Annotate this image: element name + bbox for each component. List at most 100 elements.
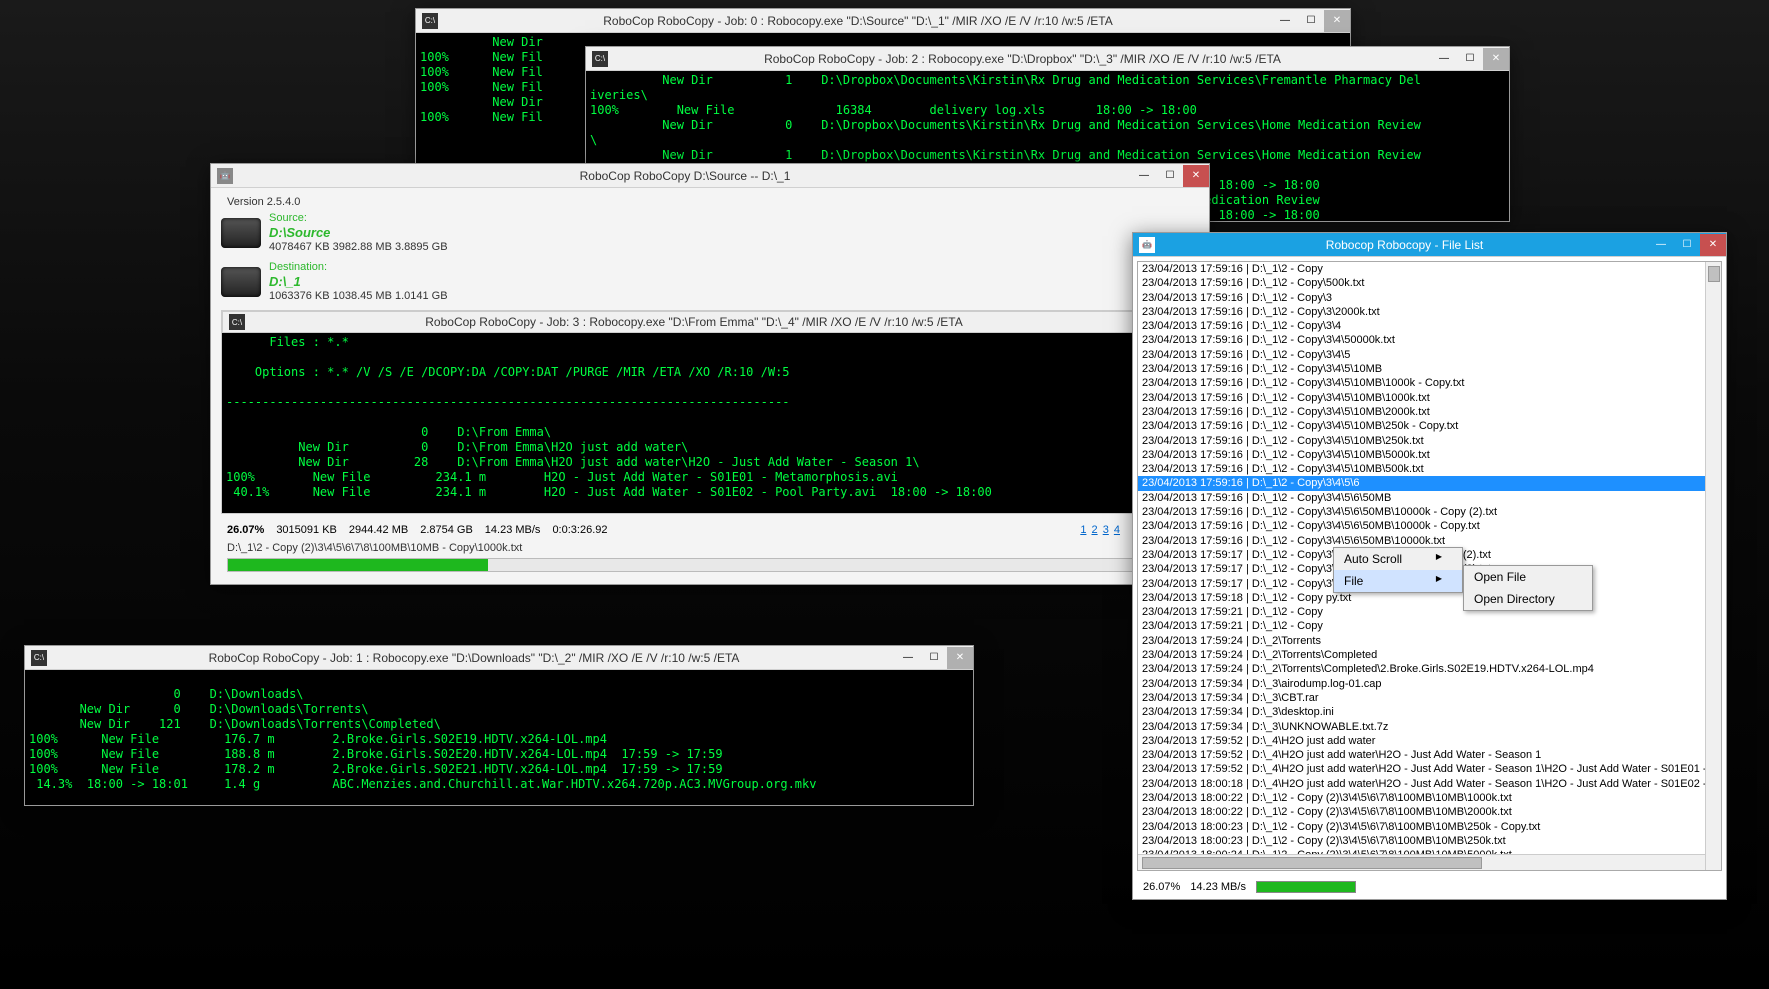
list-item[interactable]: 23/04/2013 17:59:21 | D:\_1\2 - Copy xyxy=(1138,605,1721,619)
ctx-open-file-label: Open File xyxy=(1474,570,1526,584)
list-item[interactable]: 23/04/2013 17:59:16 | D:\_1\2 - Copy\3\4… xyxy=(1138,534,1721,548)
ctx-file-label: File xyxy=(1344,574,1363,588)
dest-sizes: 1063376 KB 1038.45 MB 1.0141 GB xyxy=(269,290,448,302)
filelist-titlebar[interactable]: 🤖 Robocop Robocopy - File List — ☐ ✕ xyxy=(1133,233,1726,257)
list-item[interactable]: 23/04/2013 17:59:16 | D:\_1\2 - Copy\3\4 xyxy=(1138,319,1721,333)
list-item[interactable]: 23/04/2013 17:59:16 | D:\_1\2 - Copy\3\4… xyxy=(1138,491,1721,505)
source-row: Source: D:\Source 4078467 KB 3982.88 MB … xyxy=(221,212,1199,253)
list-item[interactable]: 23/04/2013 17:59:16 | D:\_1\2 - Copy\3\4… xyxy=(1138,348,1721,362)
maximize-button[interactable]: ☐ xyxy=(921,647,947,669)
pager-link-2[interactable]: 2 xyxy=(1092,524,1098,536)
ctx-auto-scroll[interactable]: Auto Scroll ▶ xyxy=(1334,548,1462,570)
ctx-open-dir-label: Open Directory xyxy=(1474,592,1555,606)
close-button[interactable]: ✕ xyxy=(1183,165,1209,187)
list-item[interactable]: 23/04/2013 17:59:16 | D:\_1\2 - Copy\3\4… xyxy=(1138,333,1721,347)
version-label: Version 2.5.4.0 xyxy=(221,194,1199,210)
submenu-arrow-icon: ▶ xyxy=(1436,574,1442,588)
minimize-button[interactable]: — xyxy=(1431,48,1457,70)
scrollbar-horizontal[interactable] xyxy=(1138,854,1705,870)
minimize-button[interactable]: — xyxy=(1648,234,1674,256)
filelist-title: Robocop Robocopy - File List xyxy=(1161,238,1648,252)
scrollbar-vertical[interactable] xyxy=(1705,262,1721,870)
ctx-open-directory[interactable]: Open Directory xyxy=(1464,588,1592,610)
progress-fill xyxy=(1257,882,1355,892)
maximize-button[interactable]: ☐ xyxy=(1298,10,1324,32)
disk-icon xyxy=(221,267,261,297)
source-path: D:\Source xyxy=(269,225,448,240)
list-item[interactable]: 23/04/2013 18:00:18 | D:\_4\H2O just add… xyxy=(1138,777,1721,791)
list-item[interactable]: 23/04/2013 17:59:24 | D:\_2\Torrents xyxy=(1138,634,1721,648)
list-item[interactable]: 23/04/2013 18:00:23 | D:\_1\2 - Copy (2)… xyxy=(1138,820,1721,834)
job2-titlebar[interactable]: C:\ RoboCop RoboCopy - Job: 2 : Robocopy… xyxy=(586,47,1509,71)
cmd-icon: C:\ xyxy=(229,314,245,330)
job0-titlebar[interactable]: C:\ RoboCop RoboCopy - Job: 0 : Robocopy… xyxy=(416,9,1350,33)
list-item[interactable]: 23/04/2013 18:00:22 | D:\_1\2 - Copy (2)… xyxy=(1138,791,1721,805)
list-item[interactable]: 23/04/2013 17:59:24 | D:\_2\Torrents\Com… xyxy=(1138,662,1721,676)
list-item[interactable]: 23/04/2013 17:59:52 | D:\_4\H2O just add… xyxy=(1138,734,1721,748)
source-sizes: 4078467 KB 3982.88 MB 3.8895 GB xyxy=(269,241,448,253)
list-item[interactable]: 23/04/2013 17:59:16 | D:\_1\2 - Copy\3\4… xyxy=(1138,519,1721,533)
job3-title: RoboCop RoboCopy - Job: 3 : Robocopy.exe… xyxy=(251,315,1137,329)
list-item[interactable]: 23/04/2013 18:00:23 | D:\_1\2 - Copy (2)… xyxy=(1138,834,1721,848)
main-titlebar[interactable]: 🤖 RoboCop RoboCopy D:\Source -- D:\_1 — … xyxy=(211,164,1209,188)
job3-terminal: Files : *.* Options : *.* /V /S /E /DCOP… xyxy=(222,333,1198,513)
maximize-button[interactable]: ☐ xyxy=(1157,165,1183,187)
pager-link-3[interactable]: 3 xyxy=(1103,524,1109,536)
minimize-button[interactable]: — xyxy=(1131,165,1157,187)
filelist-pct: 26.07% xyxy=(1143,881,1180,893)
list-item[interactable]: 23/04/2013 17:59:34 | D:\_3\desktop.ini xyxy=(1138,705,1721,719)
list-item[interactable]: 23/04/2013 17:59:16 | D:\_1\2 - Copy\3 xyxy=(1138,291,1721,305)
list-item[interactable]: 23/04/2013 17:59:16 | D:\_1\2 - Copy\3\4… xyxy=(1138,448,1721,462)
ctx-open-file[interactable]: Open File xyxy=(1464,566,1592,588)
cmd-icon: C:\ xyxy=(592,51,608,67)
list-item[interactable]: 23/04/2013 17:59:16 | D:\_1\2 - Copy\3\4… xyxy=(1138,419,1721,433)
job0-title: RoboCop RoboCopy - Job: 0 : Robocopy.exe… xyxy=(444,14,1272,28)
list-item[interactable]: 23/04/2013 17:59:16 | D:\_1\2 - Copy xyxy=(1138,262,1721,276)
list-item[interactable]: 23/04/2013 17:59:34 | D:\_3\UNKNOWABLE.t… xyxy=(1138,720,1721,734)
job1-title: RoboCop RoboCopy - Job: 1 : Robocopy.exe… xyxy=(53,651,895,665)
main-title: RoboCop RoboCopy D:\Source -- D:\_1 xyxy=(239,169,1131,183)
maximize-button[interactable]: ☐ xyxy=(1457,48,1483,70)
progress-pct: 26.07% xyxy=(227,524,264,536)
filelist-window: 🤖 Robocop Robocopy - File List — ☐ ✕ 23/… xyxy=(1132,232,1727,900)
list-item[interactable]: 23/04/2013 17:59:16 | D:\_1\2 - Copy\500… xyxy=(1138,276,1721,290)
list-item[interactable]: 23/04/2013 17:59:16 | D:\_1\2 - Copy\3\2… xyxy=(1138,305,1721,319)
job2-title: RoboCop RoboCopy - Job: 2 : Robocopy.exe… xyxy=(614,52,1431,66)
list-item[interactable]: 23/04/2013 17:59:52 | D:\_4\H2O just add… xyxy=(1138,748,1721,762)
ctx-file[interactable]: File ▶ xyxy=(1334,570,1462,592)
current-file-path: D:\_1\2 - Copy (2)\3\4\5\6\7\8\100MB\10M… xyxy=(221,542,1199,558)
list-item[interactable]: 23/04/2013 17:59:16 | D:\_1\2 - Copy\3\4… xyxy=(1138,476,1721,490)
list-item[interactable]: 23/04/2013 17:59:16 | D:\_1\2 - Copy\3\4… xyxy=(1138,434,1721,448)
maximize-button[interactable]: ☐ xyxy=(1674,234,1700,256)
progress-bar xyxy=(227,558,1193,572)
minimize-button[interactable]: — xyxy=(895,647,921,669)
context-menu: Auto Scroll ▶ File ▶ xyxy=(1333,547,1463,593)
list-item[interactable]: 23/04/2013 17:59:34 | D:\_3\CBT.rar xyxy=(1138,691,1721,705)
list-item[interactable]: 23/04/2013 17:59:16 | D:\_1\2 - Copy\3\4… xyxy=(1138,376,1721,390)
close-button[interactable]: ✕ xyxy=(1700,234,1726,256)
list-item[interactable]: 23/04/2013 17:59:52 | D:\_4\H2O just add… xyxy=(1138,762,1721,776)
list-item[interactable]: 23/04/2013 17:59:16 | D:\_1\2 - Copy\3\4… xyxy=(1138,362,1721,376)
job1-titlebar[interactable]: C:\ RoboCop RoboCopy - Job: 1 : Robocopy… xyxy=(25,646,973,670)
job1-terminal: 0 D:\Downloads\ New Dir 0 D:\Downloads\T… xyxy=(25,670,973,805)
dest-row: Destination: D:\_1 1063376 KB 1038.45 MB… xyxy=(221,261,1199,302)
close-button[interactable]: ✕ xyxy=(947,647,973,669)
list-item[interactable]: 23/04/2013 17:59:24 | D:\_2\Torrents\Com… xyxy=(1138,648,1721,662)
list-item[interactable]: 23/04/2013 17:59:16 | D:\_1\2 - Copy\3\4… xyxy=(1138,391,1721,405)
job3-titlebar[interactable]: C:\ RoboCop RoboCopy - Job: 3 : Robocopy… xyxy=(222,311,1198,333)
close-button[interactable]: ✕ xyxy=(1483,48,1509,70)
dest-path: D:\_1 xyxy=(269,274,448,289)
pager: 1 2 3 4 xyxy=(1079,524,1121,536)
list-item[interactable]: 23/04/2013 17:59:16 | D:\_1\2 - Copy\3\4… xyxy=(1138,405,1721,419)
list-item[interactable]: 23/04/2013 17:59:16 | D:\_1\2 - Copy\3\4… xyxy=(1138,505,1721,519)
pager-link-1[interactable]: 1 xyxy=(1080,524,1086,536)
list-item[interactable]: 23/04/2013 18:00:22 | D:\_1\2 - Copy (2)… xyxy=(1138,805,1721,819)
minimize-button[interactable]: — xyxy=(1272,10,1298,32)
close-button[interactable]: ✕ xyxy=(1324,10,1350,32)
stat-gb: 2.8754 GB xyxy=(420,524,473,536)
list-item[interactable]: 23/04/2013 17:59:21 | D:\_1\2 - Copy xyxy=(1138,619,1721,633)
list-item[interactable]: 23/04/2013 17:59:34 | D:\_3\airodump.log… xyxy=(1138,677,1721,691)
pager-link-4[interactable]: 4 xyxy=(1114,524,1120,536)
list-item[interactable]: 23/04/2013 17:59:16 | D:\_1\2 - Copy\3\4… xyxy=(1138,462,1721,476)
job1-window: C:\ RoboCop RoboCopy - Job: 1 : Robocopy… xyxy=(24,645,974,806)
